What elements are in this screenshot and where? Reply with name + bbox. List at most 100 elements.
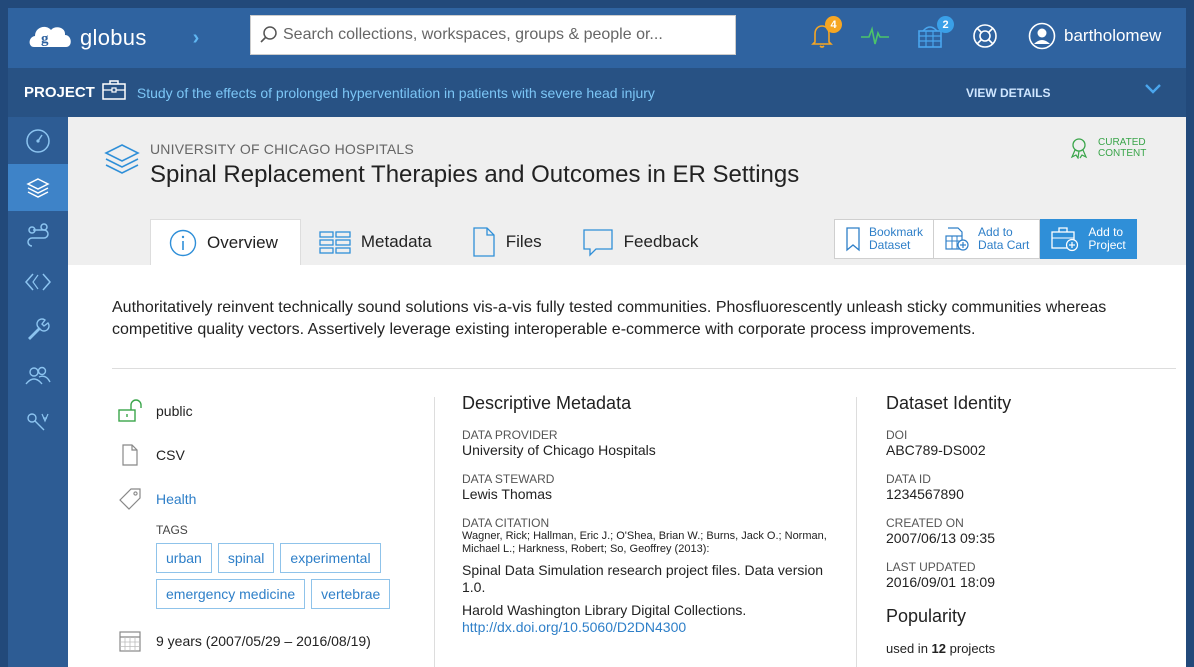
popularity-prefix: used in [886, 641, 928, 656]
doi-value: ABC789-DS002 [886, 442, 986, 458]
help-icon [973, 24, 997, 48]
nav-transfer[interactable] [8, 211, 68, 258]
help-button[interactable] [972, 20, 998, 52]
steward-value: Lewis Thomas [462, 486, 553, 502]
data-id-label: DATA ID [886, 472, 931, 486]
wrench-icon [28, 317, 50, 340]
activity-button[interactable] [860, 20, 890, 52]
add-to-project-button[interactable]: Add to Project [1040, 219, 1137, 259]
data-cart-add-icon [945, 227, 969, 251]
tab-overview[interactable]: Overview [150, 219, 301, 265]
tab-overview-label: Overview [207, 232, 278, 252]
tag-chip[interactable]: vertebrae [311, 579, 391, 609]
feedback-icon [583, 229, 613, 257]
info-icon [169, 229, 197, 256]
admin-icon [27, 412, 49, 430]
user-menu[interactable]: bartholomew [1028, 22, 1161, 50]
transfer-icon [27, 222, 49, 247]
dataset-actions: Bookmark Dataset Add to Data Cart Add to… [834, 219, 1137, 259]
data-cart-button[interactable]: 2 [916, 16, 954, 52]
provider-link[interactable]: University of Chicago Hospitals [462, 442, 832, 458]
timespan-value: 9 years (2007/05/29 – 2016/08/19) [156, 633, 371, 649]
layers-icon [26, 177, 50, 198]
notifications-button[interactable]: 4 [810, 16, 842, 52]
dataset-tabs: Overview Metadata Files Feedback [150, 219, 720, 265]
project-bar: PROJECT Study of the effects of prolonge… [8, 68, 1186, 117]
nav-datasets[interactable] [8, 164, 68, 211]
project-title-link[interactable]: Study of the effects of prolonged hyperv… [137, 85, 655, 101]
access-row: public [116, 397, 416, 425]
chevron-down-icon[interactable] [1144, 82, 1162, 101]
tab-feedback[interactable]: Feedback [564, 219, 721, 265]
doi-label: DOI [886, 428, 908, 442]
created-label: CREATED ON [886, 516, 964, 530]
view-details-link[interactable]: VIEW DETAILS [966, 86, 1050, 100]
popularity-count: 12 [931, 641, 947, 656]
project-label: PROJECT [24, 84, 95, 101]
category-link[interactable]: Health [156, 491, 196, 507]
tag-icon [116, 486, 144, 512]
column-divider [856, 397, 857, 667]
globus-logo[interactable]: g globus [26, 21, 147, 55]
tags-label: TAGS [156, 523, 188, 537]
nav-code[interactable] [8, 258, 68, 305]
bookmark-dataset-button[interactable]: Bookmark Dataset [834, 219, 935, 259]
citation-label: DATA CITATION [462, 516, 550, 530]
citation-title: Spinal Data Simulation research project … [462, 562, 824, 595]
briefcase-icon [101, 79, 127, 106]
dataset-header: UNIVERSITY OF CHICAGO HOSPITALS Spinal R… [68, 117, 1186, 265]
briefcase-add-icon [1051, 227, 1079, 252]
search-input[interactable] [283, 26, 723, 44]
citation-url-link[interactable]: http://dx.doi.org/10.5060/D2DN4300 [462, 619, 832, 635]
identity-heading: Dataset Identity [886, 393, 1012, 413]
app-frame: g globus › 4 [8, 8, 1186, 667]
search-box[interactable] [250, 15, 736, 55]
tag-chip[interactable]: spinal [217, 543, 275, 573]
timespan-row: 9 years (2007/05/29 – 2016/08/19) [116, 627, 416, 655]
dataset-organization: UNIVERSITY OF CHICAGO HOSPITALS [150, 141, 414, 157]
cart-badge: 2 [937, 16, 954, 33]
popularity-suffix: projects [949, 641, 996, 656]
main-content: UNIVERSITY OF CHICAGO HOSPITALS Spinal R… [68, 117, 1186, 667]
citation-authors: Wagner, Rick; Hallman, Eric J.; O'Shea, … [462, 530, 827, 555]
nav-settings[interactable] [8, 305, 68, 352]
format-value: CSV [156, 447, 185, 463]
nav-groups[interactable] [8, 352, 68, 399]
dataset-description: Authoritatively reinvent technically sou… [112, 299, 1107, 338]
steward-label: DATA STEWARD [462, 472, 555, 486]
tab-metadata-label: Metadata [360, 232, 432, 251]
tab-feedback-label: Feedback [623, 232, 699, 251]
nav-admin[interactable] [8, 399, 68, 446]
curated-line2: CONTENT [1098, 148, 1147, 159]
nav-dashboard[interactable] [8, 117, 68, 164]
code-icon [25, 273, 51, 290]
tab-files-label: Files [505, 232, 542, 251]
format-row: CSV [116, 441, 416, 469]
globus-logo-icon: g [26, 21, 76, 55]
data-id-value: 1234567890 [886, 486, 964, 502]
chevron-right-icon[interactable]: › [193, 27, 200, 50]
tag-chip[interactable]: experimental [280, 543, 381, 573]
descriptive-metadata: Descriptive Metadata DATA PROVIDER Unive… [462, 393, 832, 635]
add-to-data-cart-button[interactable]: Add to Data Cart [934, 219, 1041, 259]
dashboard-icon [26, 128, 50, 153]
side-nav [8, 117, 68, 667]
divider [112, 368, 1176, 369]
bookmark-icon [846, 227, 860, 252]
tag-chip[interactable]: emergency medicine [156, 579, 306, 609]
tag-chip[interactable]: urban [156, 543, 212, 573]
popularity-text: used in 12 projects [886, 641, 1166, 656]
bookmark-line1: Bookmark [869, 225, 924, 239]
popularity-heading: Popularity [886, 606, 967, 626]
user-icon [1028, 22, 1056, 50]
dataset-identity: Dataset Identity DOI ABC789-DS002 DATA I… [886, 393, 1166, 656]
file-icon [116, 443, 144, 467]
updated-label: LAST UPDATED [886, 560, 976, 574]
tab-files[interactable]: Files [454, 219, 564, 265]
access-value: public [156, 403, 193, 419]
project-line1: Add to [1088, 225, 1124, 239]
svg-text:g: g [41, 31, 49, 47]
unlock-icon [116, 398, 144, 424]
tab-metadata[interactable]: Metadata [301, 219, 454, 265]
notifications-badge: 4 [825, 16, 842, 33]
